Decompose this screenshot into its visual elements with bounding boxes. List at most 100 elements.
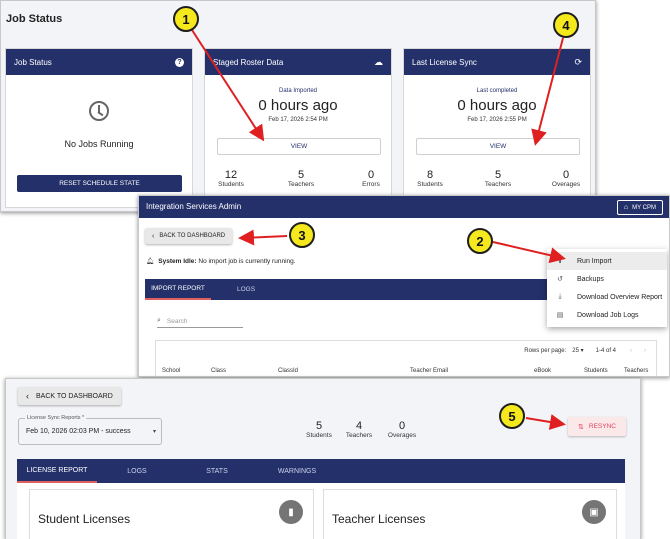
licenses-area: Student Licenses ▮ Teacher Licenses ▣ bbox=[17, 483, 625, 539]
sync-icon[interactable]: ⟳ bbox=[574, 57, 582, 68]
arrow-left-icon: ‹ bbox=[26, 391, 29, 401]
next-page-icon[interactable]: › bbox=[644, 348, 646, 354]
download-icon: ⤓ bbox=[558, 293, 562, 300]
sync-stat-overages: 0 Overages bbox=[551, 169, 581, 188]
col-school: School bbox=[162, 368, 181, 374]
tab-stats[interactable]: STATS bbox=[177, 459, 257, 483]
license-report-panel: ‹ BACK TO DASHBOARD License Sync Reports… bbox=[5, 378, 641, 539]
page-range: 1-4 of 4 bbox=[595, 347, 616, 354]
home-icon: ⌂ bbox=[623, 204, 629, 211]
menu-run-import[interactable]: ⬆ Run Import bbox=[547, 252, 667, 270]
menu-download-job-logs[interactable]: ▤ Download Job Logs bbox=[547, 306, 667, 324]
actions-menu: ⬆ Run Import ↺ Backups ⤓ Download Overview … bbox=[547, 249, 667, 327]
col-students: Students bbox=[584, 368, 608, 374]
cloud-upload-icon: ⬆ bbox=[557, 258, 563, 265]
roster-caption: Data Imported bbox=[278, 88, 318, 94]
back-label-2: BACK TO DASHBOARD bbox=[36, 392, 113, 400]
roster-time-ago: 0 hours ago bbox=[258, 97, 338, 114]
search-placeholder: Search bbox=[166, 317, 188, 325]
my-cpm-label: MY CPM bbox=[632, 204, 656, 211]
clock-icon bbox=[89, 101, 109, 121]
resync-icon: ⇅ bbox=[578, 423, 584, 431]
staged-roster-card-header: Staged Roster Data ☁ bbox=[205, 49, 391, 75]
job-status-text: No Jobs Running bbox=[64, 139, 134, 149]
sync-caption: Last completed bbox=[476, 88, 518, 94]
select-value: Feb 10, 2026 02:03 PM - success bbox=[26, 428, 131, 435]
roster-stat-errors: 0 Errors bbox=[362, 169, 380, 188]
file-icon: ▤ bbox=[556, 312, 564, 319]
roster-date: Feb 17, 2026 2:54 PM bbox=[268, 117, 328, 123]
idle-text: No import job is currently running. bbox=[196, 258, 296, 265]
help-icon[interactable]: ? bbox=[175, 57, 184, 67]
student-licenses-title: Student Licenses bbox=[38, 512, 131, 526]
select-label: License Sync Reports * bbox=[25, 415, 87, 421]
tab-logs-2[interactable]: LOGS bbox=[97, 459, 177, 483]
staged-roster-card: Staged Roster Data ☁ Data Imported 0 hou… bbox=[204, 48, 392, 213]
resync-button[interactable]: ⇅ RESYNC bbox=[568, 417, 626, 436]
sync-time-ago: 0 hours ago bbox=[457, 97, 537, 114]
license-tabs: LICENSE REPORT LOGS STATS WARNINGS bbox=[17, 459, 625, 483]
callout-1: 1 bbox=[173, 6, 199, 32]
job-status-card-title: Job Status bbox=[14, 57, 52, 67]
col-teachers: Teachers bbox=[624, 368, 649, 374]
license-sync-card-header: Last License Sync ⟳ bbox=[404, 49, 590, 75]
report-stat-teachers: 4 Teachers bbox=[345, 420, 373, 439]
callout-5: 5 bbox=[499, 403, 525, 429]
book-icon: ▮ bbox=[279, 500, 303, 524]
back-to-dashboard-button-2[interactable]: ‹ BACK TO DASHBOARD bbox=[18, 387, 121, 405]
license-sync-card: Last License Sync ⟳ Last completed 0 hou… bbox=[403, 48, 591, 213]
report-stat-students: 5 Students bbox=[306, 420, 332, 439]
page-title: Job Status bbox=[6, 13, 63, 25]
tab-logs[interactable]: LOGS bbox=[211, 279, 281, 300]
tab-warnings[interactable]: WARNINGS bbox=[257, 459, 337, 483]
prev-page-icon[interactable]: ‹ bbox=[630, 348, 632, 354]
pagination: Rows per page: 25 ▾ 1-4 of 4 ‹ › bbox=[524, 347, 646, 355]
rows-per-page-select[interactable]: 25 ▾ bbox=[572, 347, 583, 354]
integration-admin-panel: Integration Services Admin ⌂ MY CPM ‹ BA… bbox=[138, 195, 670, 377]
job-status-card-header: Job Status ? bbox=[6, 49, 192, 75]
license-sync-title: Last License Sync bbox=[412, 57, 477, 67]
bell-icon: 🔔︎ bbox=[146, 258, 155, 265]
callout-2: 2 bbox=[467, 228, 493, 254]
report-table: Rows per page: 25 ▾ 1-4 of 4 ‹ › School … bbox=[155, 340, 657, 376]
sync-stat-students: 8 Students bbox=[417, 169, 443, 188]
license-sync-reports-select[interactable]: License Sync Reports * Feb 10, 2026 02:0… bbox=[18, 415, 162, 445]
back-to-dashboard-button[interactable]: ‹ BACK TO DASHBOARD bbox=[145, 228, 233, 244]
report-stat-overages: 0 Overages bbox=[387, 420, 417, 439]
search-icon: ⌕ bbox=[157, 317, 161, 324]
cloud-icon: ☁ bbox=[374, 56, 383, 67]
reset-schedule-button[interactable]: RESET SCHEDULE STATE bbox=[17, 175, 182, 192]
app-title: Integration Services Admin bbox=[146, 202, 242, 211]
tab-import-report[interactable]: IMPORT REPORT bbox=[145, 279, 211, 300]
col-classid: ClassId bbox=[278, 368, 299, 374]
teacher-licenses-title: Teacher Licenses bbox=[332, 512, 426, 526]
idle-bold: System Idle: bbox=[158, 258, 197, 265]
sync-date: Feb 17, 2026 2:55 PM bbox=[467, 117, 527, 123]
arrow-left-icon: ‹ bbox=[152, 232, 155, 240]
my-cpm-button[interactable]: ⌂ MY CPM bbox=[616, 200, 663, 215]
teacher-licenses-card: Teacher Licenses ▣ bbox=[323, 489, 617, 539]
callout-4: 4 bbox=[553, 12, 579, 38]
job-status-panel: Job Status Job Status ? No Jobs Running … bbox=[0, 0, 596, 213]
resync-label: RESYNC bbox=[588, 423, 616, 430]
roster-view-button[interactable]: VIEW bbox=[217, 138, 381, 155]
col-teacher-email: Teacher Email bbox=[410, 368, 449, 374]
col-class: Class bbox=[211, 368, 227, 374]
menu-download-overview[interactable]: ⤓ Download Overview Report bbox=[547, 288, 667, 306]
app-bar: Integration Services Admin ⌂ MY CPM bbox=[139, 196, 669, 218]
chevron-down-icon: ▾ bbox=[152, 429, 156, 435]
staged-roster-title: Staged Roster Data bbox=[213, 57, 284, 67]
roster-stat-teachers: 5 Teachers bbox=[287, 169, 315, 188]
rows-per-page-label: Rows per page: bbox=[524, 347, 567, 354]
sync-stat-teachers: 5 Teachers bbox=[484, 169, 512, 188]
student-licenses-card: Student Licenses ▮ bbox=[29, 489, 314, 539]
tab-license-report[interactable]: LICENSE REPORT bbox=[17, 459, 97, 483]
library-icon: ▣ bbox=[582, 500, 606, 524]
search-field[interactable]: ⌕ Search bbox=[157, 315, 243, 328]
history-icon: ↺ bbox=[557, 276, 563, 283]
menu-backups[interactable]: ↺ Backups bbox=[547, 270, 667, 288]
sync-view-button[interactable]: VIEW bbox=[416, 138, 580, 155]
roster-stat-students: 12 Students bbox=[218, 169, 244, 188]
callout-3: 3 bbox=[289, 222, 315, 248]
idle-status: 🔔︎ System Idle: No import job is currentl… bbox=[146, 257, 296, 265]
